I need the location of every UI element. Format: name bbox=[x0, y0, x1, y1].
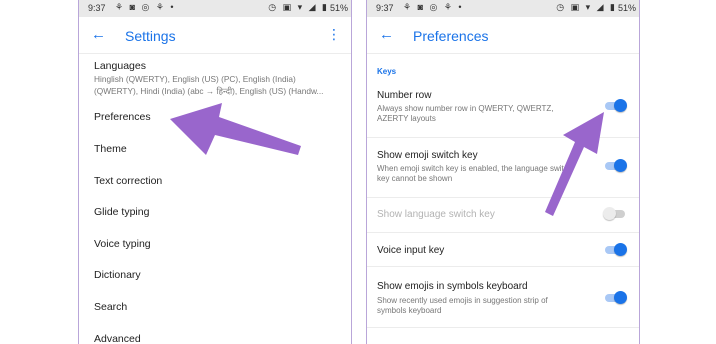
settings-item-glide-typing[interactable]: Glide typing bbox=[94, 206, 149, 218]
app-toolbar: ← Settings ⋮ bbox=[79, 17, 351, 54]
number-row-toggle[interactable] bbox=[604, 99, 627, 113]
pref-emojis-in-symbols-title[interactable]: Show emojis in symbols keyboard bbox=[377, 281, 528, 292]
languages-summary: Hinglish (QWERTY), English (US) (PC), En… bbox=[94, 73, 349, 97]
voice-input-key-toggle[interactable] bbox=[604, 243, 627, 257]
settings-item-search[interactable]: Search bbox=[94, 301, 127, 313]
status-bar: 9:37 ⚘ ◙ ◎ ⚘ • ◷ ▣ ▾ ◢ ▮ 51% bbox=[79, 0, 351, 17]
battery-percentage: 51% bbox=[617, 3, 636, 13]
app-toolbar: ← Preferences bbox=[367, 17, 639, 54]
pref-emojis-in-symbols-subtitle: Show recently used emojis in suggestion … bbox=[377, 296, 548, 315]
divider bbox=[367, 232, 639, 233]
notification-icons: ⚘ ◙ ◎ ⚘ • bbox=[403, 2, 464, 12]
divider bbox=[367, 327, 639, 328]
system-status-icons: ◷ ▣ ▾ ◢ ▮ bbox=[268, 2, 329, 12]
settings-screen: 9:37 ⚘ ◙ ◎ ⚘ • ◷ ▣ ▾ ◢ ▮ 51% ← Settings … bbox=[78, 0, 352, 344]
preferences-screen: 9:37 ⚘ ◙ ◎ ⚘ • ◷ ▣ ▾ ◢ ▮ 51% ← Preferenc… bbox=[366, 0, 640, 344]
pref-number-row-subtitle: Always show number row in QWERTY, QWERTZ… bbox=[377, 104, 554, 123]
status-time: 9:37 bbox=[376, 3, 394, 13]
back-arrow-icon[interactable]: ← bbox=[91, 26, 106, 43]
divider bbox=[367, 137, 639, 138]
pref-voice-input-key-title[interactable]: Voice input key bbox=[377, 245, 444, 256]
divider bbox=[367, 197, 639, 198]
language-switch-key-toggle bbox=[603, 207, 626, 221]
languages-summary-line: Hinglish (QWERTY), English (US) (PC), En… bbox=[94, 74, 296, 84]
back-arrow-icon[interactable]: ← bbox=[379, 26, 394, 43]
settings-item-theme[interactable]: Theme bbox=[94, 143, 127, 155]
settings-item-voice-typing[interactable]: Voice typing bbox=[94, 238, 151, 250]
section-header-keys: Keys bbox=[377, 67, 397, 76]
emojis-in-symbols-toggle[interactable] bbox=[604, 291, 627, 305]
emoji-switch-key-toggle[interactable] bbox=[604, 159, 627, 173]
notification-icons: ⚘ ◙ ◎ ⚘ • bbox=[115, 2, 176, 12]
languages-summary-line: (QWERTY), Hindi (India) (abc → हिन्दी), … bbox=[94, 86, 324, 96]
status-bar: 9:37 ⚘ ◙ ◎ ⚘ • ◷ ▣ ▾ ◢ ▮ 51% bbox=[367, 0, 639, 17]
divider bbox=[367, 266, 639, 267]
settings-item-dictionary[interactable]: Dictionary bbox=[94, 269, 141, 281]
pref-number-row-title[interactable]: Number row bbox=[377, 90, 431, 101]
page-title: Preferences bbox=[413, 28, 489, 44]
page-title: Settings bbox=[125, 28, 176, 44]
settings-item-text-correction[interactable]: Text correction bbox=[94, 175, 162, 187]
settings-item-advanced[interactable]: Advanced bbox=[94, 333, 141, 344]
system-status-icons: ◷ ▣ ▾ ◢ ▮ bbox=[556, 2, 617, 12]
battery-percentage: 51% bbox=[329, 3, 348, 13]
status-time: 9:37 bbox=[88, 3, 106, 13]
pref-emoji-switch-key-subtitle: When emoji switch key is enabled, the la… bbox=[377, 164, 573, 183]
pref-language-switch-key-title: Show language switch key bbox=[377, 209, 495, 220]
settings-item-preferences[interactable]: Preferences bbox=[94, 111, 151, 123]
pref-emoji-switch-key-title[interactable]: Show emoji switch key bbox=[377, 150, 478, 161]
settings-item-languages[interactable]: Languages bbox=[94, 60, 146, 72]
more-options-icon[interactable]: ⋮ bbox=[327, 26, 341, 43]
